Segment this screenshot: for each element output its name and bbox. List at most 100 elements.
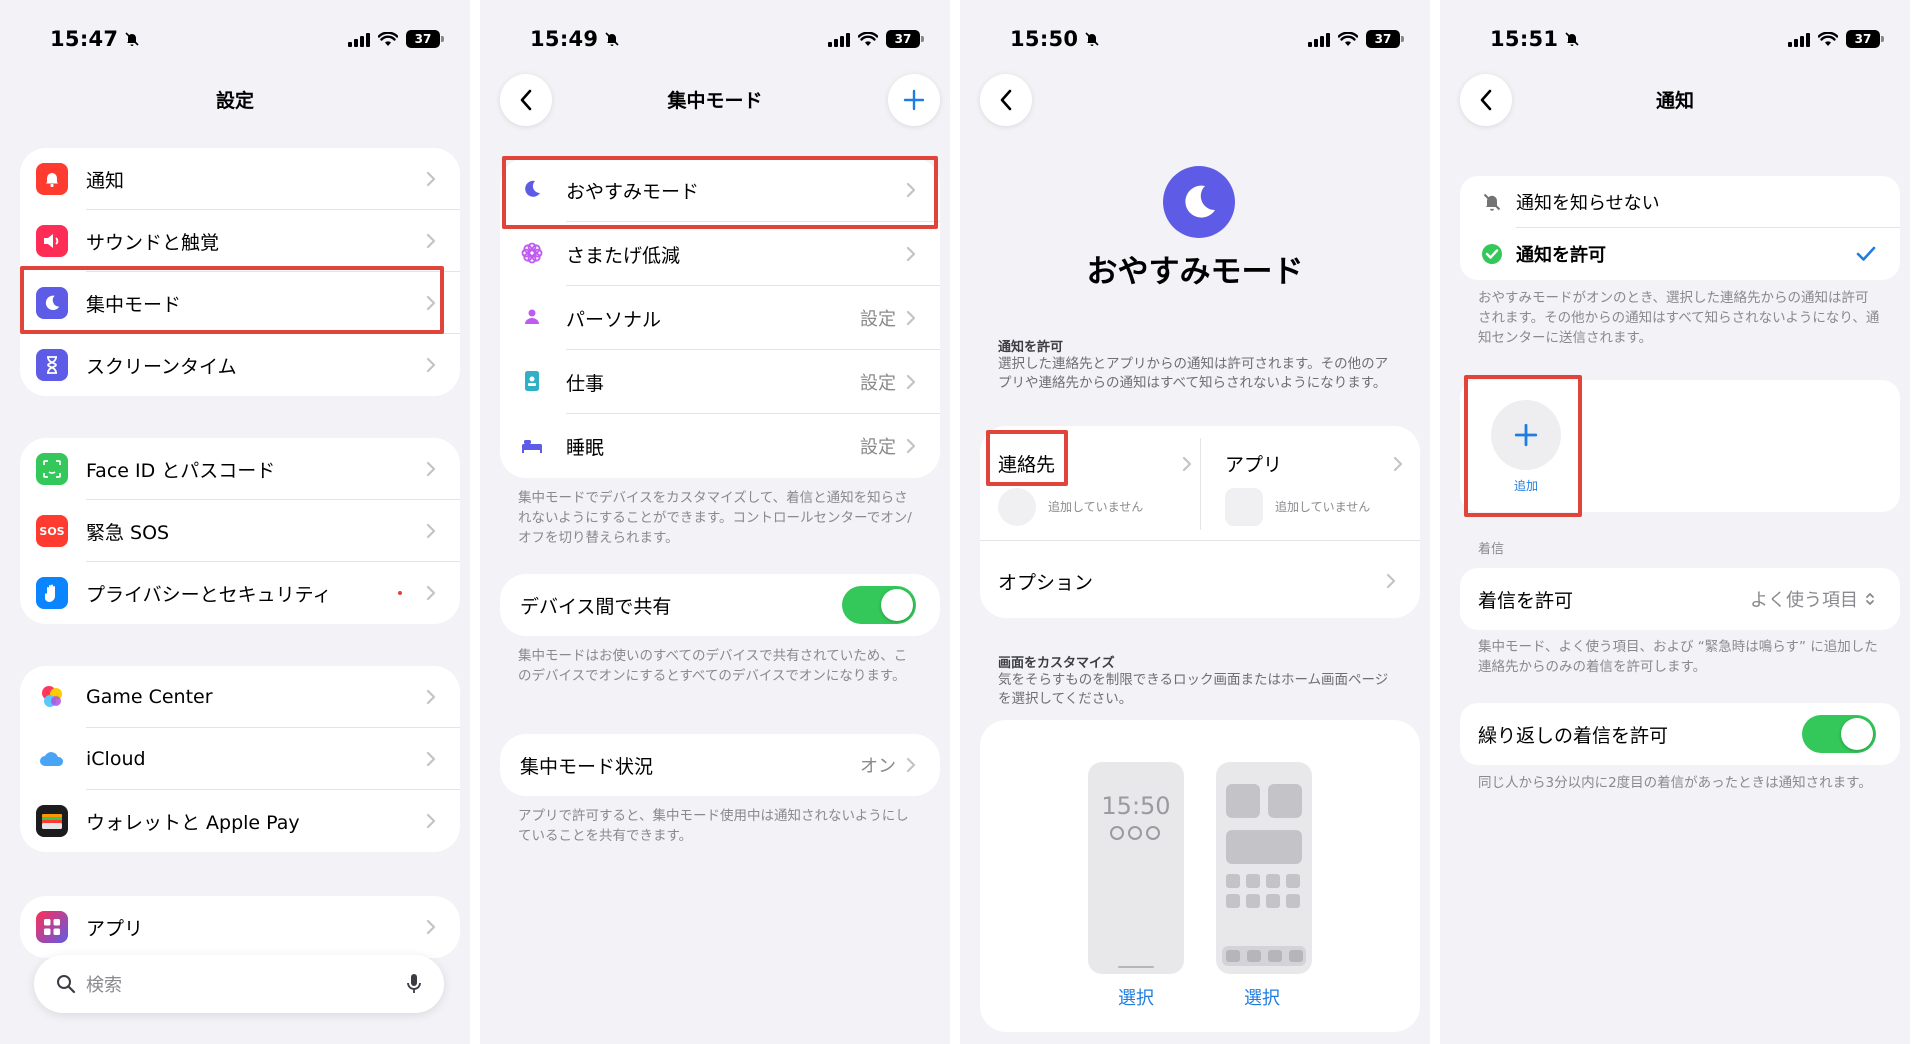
share-footnote: 集中モードはお使いのすべてのデバイスで共有されていため、このデバイスでオンにする… xyxy=(518,648,908,684)
allow-calls-card: 着信を許可 よく使う項目 xyxy=(1460,568,1900,630)
repeated-calls-toggle[interactable] xyxy=(1802,715,1876,753)
back-button[interactable] xyxy=(980,74,1032,126)
chevron-right-icon xyxy=(426,523,436,539)
app-placeholder xyxy=(1225,488,1263,526)
game-center-icon xyxy=(36,681,68,713)
settings-row-focus[interactable]: 集中モード xyxy=(20,272,460,334)
allow-calls-row[interactable]: 着信を許可 よく使う項目 xyxy=(1460,568,1900,630)
select-lock-screen-button[interactable]: 選択 xyxy=(1118,984,1154,1010)
lock-screen-preview[interactable]: 15:50 xyxy=(1088,762,1184,974)
focus-status-row[interactable]: 集中モード状況 オン xyxy=(500,734,940,796)
apps-tile[interactable]: アプリ 追加していません xyxy=(1201,426,1420,540)
home-indicator xyxy=(1118,966,1154,968)
row-label: アプリ xyxy=(86,917,144,940)
chevron-right-icon xyxy=(426,919,436,935)
bell-slash-icon xyxy=(1084,31,1100,47)
row-value: 設定 xyxy=(860,437,896,458)
chevron-right-icon xyxy=(426,585,436,601)
divider xyxy=(980,540,1420,541)
battery-icon: 37 xyxy=(1366,30,1404,48)
allow-notifications-heading: 通知を許可 xyxy=(998,340,1064,355)
allow-calls-footnote: 集中モード、よく使う項目、および “緊急時は鳴らす” に追加した連絡先からのみの… xyxy=(1478,639,1878,675)
focus-modes-footnote: 集中モードでデバイスをカスタマイズして、着信と通知を知らされないようにすることが… xyxy=(518,490,912,546)
settings-group-4: アプリ xyxy=(20,896,460,958)
focus-status-card: 集中モード状況 オン xyxy=(500,734,940,796)
chevron-right-icon xyxy=(426,751,436,767)
options-row[interactable]: オプション xyxy=(980,550,1420,612)
wallet-icon xyxy=(36,805,68,837)
bell-slash-icon xyxy=(124,31,140,47)
focus-row-sleep[interactable]: 睡眠 設定 xyxy=(500,414,940,478)
row-value: 設定 xyxy=(860,373,896,394)
cellular-signal-icon xyxy=(1788,32,1810,47)
focus-row-personal[interactable]: パーソナル 設定 xyxy=(500,286,940,350)
row-value: 設定 xyxy=(860,309,896,330)
home-screen-preview[interactable] xyxy=(1216,762,1312,974)
page-title: 設定 xyxy=(215,90,254,112)
settings-row-emergency-sos[interactable]: SOS 緊急 SOS xyxy=(20,500,460,562)
row-label: スクリーンタイム xyxy=(86,355,237,378)
settings-row-wallet[interactable]: ウォレットと Apple Pay xyxy=(20,790,460,852)
lock-screen-time: 15:50 xyxy=(1101,792,1171,820)
settings-screen: 15:47 37 設定 通知 サウンドと触覚 集中モード スクリーンタイム Fa… xyxy=(0,0,470,1044)
focus-status-value: オン xyxy=(860,756,896,777)
contact-avatar-placeholder xyxy=(998,488,1036,526)
allow-calls-label: 着信を許可 xyxy=(1478,589,1574,612)
focus-row-do-not-disturb[interactable]: おやすみモード xyxy=(500,158,940,222)
settings-row-privacy[interactable]: プライバシーとセキュリティ xyxy=(20,562,460,624)
chevron-right-icon xyxy=(906,757,916,773)
search-field[interactable]: 検索 xyxy=(34,955,444,1013)
focus-row-reduce-interruptions[interactable]: さまたげ低減 xyxy=(500,222,940,286)
microphone-icon[interactable] xyxy=(406,973,422,995)
checkmark-icon xyxy=(1856,246,1876,261)
search-placeholder: 検索 xyxy=(86,975,122,996)
row-label: 仕事 xyxy=(566,372,605,395)
status-time: 15:49 xyxy=(530,27,599,51)
status-time: 15:51 xyxy=(1490,27,1559,51)
chevron-right-icon xyxy=(426,813,436,829)
settings-row-face-id[interactable]: Face ID とパスコード xyxy=(20,438,460,500)
wifi-icon xyxy=(858,32,878,47)
chevron-right-icon xyxy=(426,295,436,311)
status-time: 15:50 xyxy=(1010,27,1079,51)
add-label: 追加 xyxy=(1514,479,1539,493)
plus-icon xyxy=(1514,423,1538,447)
cellular-signal-icon xyxy=(348,32,370,47)
chevron-right-icon xyxy=(1182,456,1192,472)
share-across-devices-card: デバイス間で共有 xyxy=(500,574,940,636)
settings-group-3: Game Center iCloud ウォレットと Apple Pay xyxy=(20,666,460,852)
option-allow-notifications[interactable]: 通知を許可 xyxy=(1460,228,1900,280)
speaker-icon xyxy=(36,225,68,257)
bell-slash-icon xyxy=(1564,31,1580,47)
allowed-notifications-card: 連絡先 追加していません アプリ 追加していません オプション xyxy=(980,426,1420,618)
add-person-button[interactable] xyxy=(1491,400,1561,470)
row-label: Face ID とパスコード xyxy=(86,459,276,482)
repeated-calls-row: 繰り返しの着信を許可 xyxy=(1460,703,1900,765)
settings-row-sounds[interactable]: サウンドと触覚 xyxy=(20,210,460,272)
do-not-disturb-screen: 15:50 37 おやすみモード 通知を許可 選択した連絡先とアプリからの通知は… xyxy=(960,0,1430,1044)
option-silence-notifications[interactable]: 通知を知らせない xyxy=(1460,176,1900,228)
apps-label: アプリ xyxy=(1225,454,1283,476)
share-across-devices-toggle[interactable] xyxy=(842,586,916,624)
settings-row-icloud[interactable]: iCloud xyxy=(20,728,460,790)
contacts-tile[interactable]: 連絡先 追加していません xyxy=(980,426,1200,540)
focus-row-work[interactable]: 仕事 設定 xyxy=(500,350,940,414)
page-title: 通知 xyxy=(1655,90,1694,112)
status-time: 15:47 xyxy=(50,27,119,51)
settings-row-game-center[interactable]: Game Center xyxy=(20,666,460,728)
flower-icon xyxy=(516,237,548,269)
settings-row-apps[interactable]: アプリ xyxy=(20,896,460,958)
chevron-left-icon xyxy=(999,88,1013,112)
select-home-screen-button[interactable]: 選択 xyxy=(1244,984,1280,1010)
contacts-label: 連絡先 xyxy=(998,454,1056,476)
status-bar: 15:49 37 xyxy=(530,24,924,54)
settings-row-notifications[interactable]: 通知 xyxy=(20,148,460,210)
row-label: 睡眠 xyxy=(566,436,605,459)
home-app-grid xyxy=(1226,874,1300,908)
add-focus-button[interactable] xyxy=(888,74,940,126)
notification-bell-icon xyxy=(36,163,68,195)
settings-row-screen-time[interactable]: スクリーンタイム xyxy=(20,334,460,396)
row-label: サウンドと触覚 xyxy=(86,231,220,254)
chevron-right-icon xyxy=(426,357,436,373)
person-icon xyxy=(516,301,548,333)
